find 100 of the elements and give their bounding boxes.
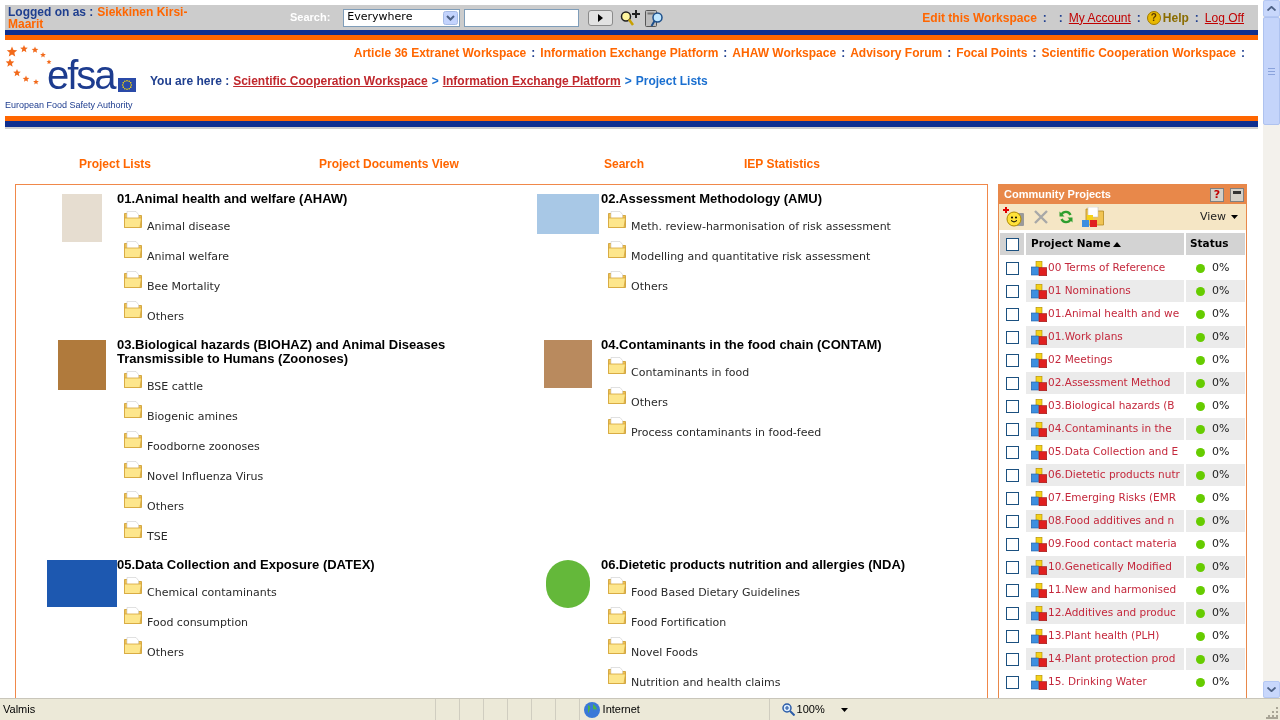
blocks-icon — [1031, 306, 1047, 322]
checkbox[interactable] — [1005, 537, 1019, 551]
folder-link[interactable]: Bee Mortality — [147, 280, 221, 293]
checkbox[interactable] — [1005, 652, 1019, 666]
checkbox[interactable] — [1005, 307, 1019, 321]
folder-link[interactable]: Process contaminants in food-feed — [631, 426, 822, 439]
folder-link[interactable]: Others — [631, 280, 668, 293]
checkbox[interactable] — [1005, 284, 1019, 298]
project-link[interactable]: 01 Nominations — [1048, 283, 1131, 299]
folder-link[interactable]: Chemical contaminants — [147, 586, 277, 599]
folder-blocks-icon[interactable] — [1082, 207, 1104, 227]
scroll-thumb[interactable] — [1263, 17, 1280, 125]
checkbox[interactable] — [1005, 261, 1019, 275]
scope-dropdown[interactable]: Everywhere — [343, 8, 461, 27]
project-link[interactable]: 00 Terms of Reference — [1048, 260, 1166, 276]
photo-placeholder — [546, 560, 590, 608]
checkbox[interactable] — [1005, 445, 1019, 459]
folder-link[interactable]: Food consumption — [147, 616, 249, 629]
project-link[interactable]: 07.Emerging Risks (EMR — [1048, 490, 1177, 506]
checkbox[interactable] — [1005, 330, 1019, 344]
workspace-link[interactable]: Scientific Cooperation Workspace — [1041, 46, 1236, 60]
folder-link[interactable]: BSE cattle — [147, 380, 204, 393]
project-link[interactable]: 15. Drinking Water — [1048, 674, 1147, 690]
project-link[interactable]: 01.Work plans — [1048, 329, 1123, 345]
breadcrumb-link[interactable]: Scientific Cooperation Workspace — [233, 74, 428, 88]
folder-link[interactable]: Meth. review-harmonisation of risk assessment — [631, 220, 891, 233]
folder-link[interactable]: Others — [631, 396, 668, 409]
smiley-plus-icon[interactable] — [1003, 207, 1025, 227]
zoom-button[interactable]: 100% — [781, 701, 848, 718]
project-link[interactable]: 02 Meetings — [1048, 352, 1113, 368]
server-magnifier-icon[interactable] — [645, 8, 664, 27]
project-link[interactable]: 05.Data Collection and E — [1048, 444, 1179, 460]
folder-link[interactable]: Contaminants in food — [631, 366, 750, 379]
project-link[interactable]: 01.Animal health and we — [1048, 306, 1180, 322]
view-menu-button[interactable]: View — [1199, 208, 1238, 226]
folder-link[interactable]: Others — [147, 646, 184, 659]
column-header[interactable]: Status — [1186, 233, 1245, 255]
column-header[interactable]: Project Name — [1026, 233, 1184, 255]
refresh-icon[interactable] — [1059, 210, 1073, 224]
checkbox[interactable] — [1005, 468, 1019, 482]
nav-link[interactable]: IEP Statistics — [744, 157, 820, 171]
nav-link[interactable]: Project Lists — [79, 157, 152, 171]
folder-link[interactable]: Food Fortification — [631, 616, 727, 629]
folder-link[interactable]: TSE — [147, 530, 168, 543]
workspace-link[interactable]: Focal Points — [956, 46, 1028, 60]
folder-link[interactable]: Novel Influenza Virus — [147, 470, 264, 483]
folder-link[interactable]: Others — [147, 310, 184, 323]
project-link[interactable]: 13.Plant health (PLH) — [1048, 628, 1160, 644]
breadcrumb-link[interactable]: Information Exchange Platform — [442, 74, 621, 88]
checkbox[interactable] — [1005, 376, 1019, 390]
project-link[interactable]: 02.Assessment Method — [1048, 375, 1171, 391]
blocks-icon — [1031, 375, 1047, 391]
checkbox[interactable] — [1005, 629, 1019, 643]
checkbox[interactable] — [1005, 514, 1019, 528]
search-field[interactable] — [464, 8, 580, 27]
checkbox[interactable] — [1005, 422, 1019, 436]
folder-link[interactable]: Food Based Dietary Guidelines — [631, 586, 800, 599]
project-link[interactable]: 06.Dietetic products nutr — [1048, 467, 1180, 483]
checkbox[interactable] — [1005, 583, 1019, 597]
folder-link[interactable]: Foodborne zoonoses — [147, 440, 260, 453]
magnifier-plus-icon[interactable] — [620, 9, 641, 26]
nav-link[interactable]: Project Documents View — [319, 157, 459, 171]
project-link[interactable]: 11.New and harmonised — [1048, 582, 1177, 598]
folder-link[interactable]: Novel Foods — [631, 646, 698, 659]
folder-link[interactable]: Biogenic amines — [147, 410, 238, 423]
project-link[interactable]: 10.Genetically Modified — [1048, 559, 1172, 575]
scroll-down-button[interactable] — [1263, 681, 1280, 698]
breadcrumb-separator: > — [624, 74, 632, 88]
go-button[interactable] — [588, 9, 614, 26]
checkbox[interactable] — [1005, 675, 1019, 689]
checkbox[interactable] — [1005, 491, 1019, 505]
checkbox[interactable] — [1005, 237, 1019, 251]
blocks-icon — [1031, 674, 1047, 690]
project-link[interactable]: 08.Food additives and n — [1048, 513, 1175, 529]
help-button[interactable]: ? — [1210, 187, 1224, 202]
checkbox[interactable] — [1005, 560, 1019, 574]
folder-link[interactable]: Animal welfare — [147, 250, 230, 263]
nav-link[interactable]: Search — [604, 157, 645, 171]
checkbox[interactable] — [1005, 399, 1019, 413]
checkbox[interactable] — [1005, 606, 1019, 620]
scroll-up-button[interactable] — [1263, 0, 1280, 17]
folder-link[interactable]: Others — [147, 500, 184, 513]
folder-link[interactable]: Modelling and quantitative risk assessment — [631, 250, 871, 263]
project-link[interactable]: 03.Biological hazards (B — [1048, 398, 1175, 414]
chevron-down-icon — [1267, 687, 1276, 692]
workspace-link[interactable]: Article 36 Extranet Workspace — [353, 46, 527, 60]
minimize-button[interactable] — [1230, 187, 1244, 202]
folder-link[interactable]: Animal disease — [147, 220, 231, 233]
workspace-link[interactable]: Advisory Forum — [850, 46, 943, 60]
folder-link[interactable]: Nutrition and health claims — [631, 676, 781, 689]
folder-icon — [608, 577, 626, 594]
project-link[interactable]: 12.Additives and produc — [1048, 605, 1176, 621]
project-link[interactable]: 04.Contaminants in the — [1048, 421, 1172, 437]
header-link[interactable]: My Account — [1068, 8, 1131, 27]
project-link[interactable]: 14.Plant protection prod — [1048, 651, 1176, 667]
project-link[interactable]: 09.Food contact materia — [1048, 536, 1177, 552]
header-link[interactable]: Log Off — [1204, 8, 1244, 27]
help-link[interactable]: ? Help — [1146, 8, 1189, 27]
checkbox[interactable] — [1005, 353, 1019, 367]
workspace-link[interactable]: AHAW Workspace — [732, 46, 837, 60]
